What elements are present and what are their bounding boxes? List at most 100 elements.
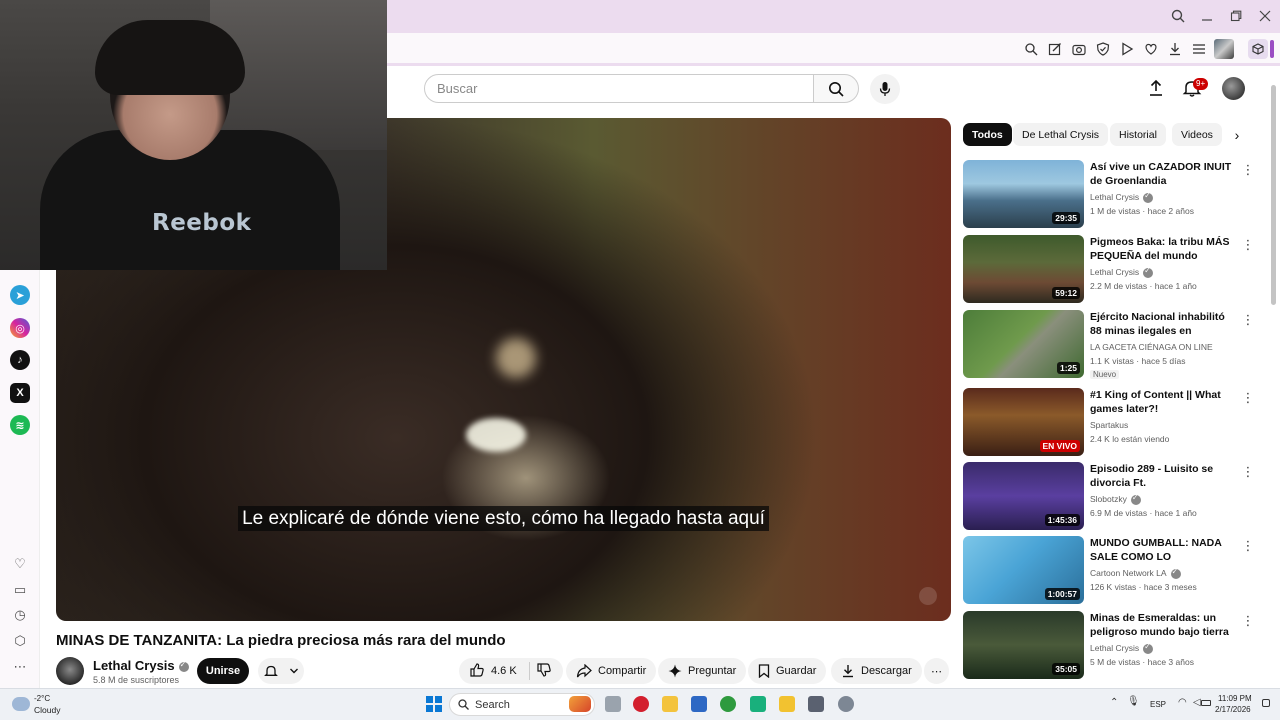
download-button[interactable]: Descargar <box>831 658 922 684</box>
shield-icon[interactable] <box>1095 41 1111 57</box>
rec-title[interactable]: Ejército Nacional inhabilitó 88 minas il… <box>1090 310 1235 338</box>
xbox-icon[interactable] <box>720 696 736 712</box>
play-icon[interactable] <box>1119 41 1135 57</box>
cloud-icon[interactable] <box>12 697 30 711</box>
spotify-icon[interactable]: ≋ <box>10 415 30 435</box>
lens-icon[interactable] <box>1023 41 1039 57</box>
menu-lines-icon[interactable] <box>1191 41 1207 57</box>
rec-title[interactable]: MUNDO GUMBALL: NADA SALE COMO LO ESPERAB… <box>1090 536 1235 564</box>
like-icon[interactable] <box>469 662 485 681</box>
app-icon[interactable] <box>808 696 824 712</box>
task-view-icon[interactable] <box>605 696 621 712</box>
edit-icon[interactable] <box>1047 41 1063 57</box>
kebab-menu-icon[interactable]: ⋮ <box>1241 613 1255 629</box>
video-thumbnail[interactable]: EN VIVO <box>963 388 1084 456</box>
chevron-up-icon[interactable]: ⌃ <box>1110 697 1118 708</box>
kebab-menu-icon[interactable]: ⋮ <box>1241 162 1255 178</box>
search-input[interactable]: Buscar <box>424 74 814 103</box>
video-thumbnail[interactable]: 35:05 <box>963 611 1084 679</box>
recommendation-item[interactable]: 1:25 Ejército Nacional inhabilitó 88 min… <box>963 310 1263 380</box>
recommendation-item[interactable]: EN VIVO #1 King of Content || What games… <box>963 388 1263 458</box>
chip-history[interactable]: Historial <box>1110 123 1166 146</box>
chip-channel[interactable]: De Lethal Crysis <box>1013 123 1109 146</box>
save-button[interactable]: Guardar <box>748 658 827 684</box>
video-thumbnail[interactable]: 59:12 <box>963 235 1084 303</box>
chevron-right-icon[interactable]: › <box>1228 126 1246 144</box>
video-thumbnail[interactable]: 1:00:57 <box>963 536 1084 604</box>
dislike-icon[interactable] <box>536 662 552 681</box>
cube-icon[interactable] <box>1248 39 1268 59</box>
weather-temperature[interactable]: -2°C <box>34 694 50 703</box>
clock-icon[interactable]: ◷ <box>11 606 29 624</box>
restore-icon[interactable] <box>1225 6 1247 26</box>
search-icon[interactable] <box>1167 6 1189 26</box>
minimize-icon[interactable] <box>1196 6 1218 26</box>
instagram-icon[interactable]: ◎ <box>10 318 30 338</box>
video-thumbnail[interactable]: 1:25 <box>963 310 1084 378</box>
rec-title[interactable]: Minas de Esmeraldas: un peligroso mundo … <box>1090 611 1235 639</box>
close-icon[interactable] <box>1254 6 1276 26</box>
video-thumbnail[interactable]: 29:35 <box>963 160 1084 228</box>
camera-icon[interactable] <box>1071 41 1087 57</box>
whatsapp-icon[interactable] <box>750 696 766 712</box>
telegram-icon[interactable]: ➤ <box>10 285 30 305</box>
rec-title[interactable]: Pigmeos Baka: la tribu MÁS PEQUEÑA del m… <box>1090 235 1235 263</box>
sidebar-toggle-icon[interactable] <box>1270 40 1274 58</box>
join-button[interactable]: Unirse <box>197 658 249 684</box>
download-icon[interactable] <box>1167 41 1183 57</box>
windows-start-icon[interactable] <box>426 696 442 712</box>
like-count[interactable]: 4.6 K <box>491 665 517 677</box>
page-scrollbar[interactable] <box>1271 85 1276 305</box>
video-thumbnail[interactable]: 1:45:36 <box>963 462 1084 530</box>
chip-videos[interactable]: Videos <box>1172 123 1222 146</box>
volume-icon[interactable]: ◁ <box>1193 697 1201 708</box>
battery-icon[interactable] <box>1201 700 1211 706</box>
heart-icon[interactable] <box>1143 41 1159 57</box>
share-button[interactable]: Compartir <box>566 658 657 684</box>
heart-outline-icon[interactable]: ♡ <box>11 555 29 573</box>
rec-title[interactable]: Así vive un CAZADOR INUIT de Groenlandia <box>1090 160 1235 188</box>
recommendation-item[interactable]: 1:45:36 Episodio 289 - Luisito se divorc… <box>963 462 1263 532</box>
more-icon[interactable]: ⋯ <box>11 658 29 676</box>
x-icon[interactable]: X <box>10 383 30 403</box>
settings-gear-icon[interactable] <box>838 696 854 712</box>
recommendation-item[interactable]: 1:00:57 MUNDO GUMBALL: NADA SALE COMO LO… <box>963 536 1263 606</box>
search-highlight-icon[interactable] <box>569 696 591 712</box>
rockstar-icon[interactable] <box>779 696 795 712</box>
wifi-icon[interactable]: ◠ <box>1178 697 1187 708</box>
file-explorer-icon[interactable] <box>662 696 678 712</box>
subscription-bell-button[interactable] <box>258 658 304 684</box>
account-avatar[interactable] <box>1222 77 1245 100</box>
kebab-menu-icon[interactable]: ⋮ <box>1241 538 1255 554</box>
rec-title[interactable]: #1 King of Content || What games later?! <box>1090 388 1235 416</box>
clock-time[interactable]: 11:09 PM <box>1218 694 1252 703</box>
channel-avatar[interactable] <box>56 657 84 685</box>
recommendation-item[interactable]: 59:12 Pigmeos Baka: la tribu MÁS PEQUEÑA… <box>963 235 1263 305</box>
recommendation-item[interactable]: 35:05 Minas de Esmeraldas: un peligroso … <box>963 611 1263 681</box>
voice-search-button[interactable] <box>870 74 900 104</box>
mic-tray-icon[interactable]: 🎙 <box>1127 696 1140 707</box>
rec-title[interactable]: Episodio 289 - Luisito se divorcia Ft. @… <box>1090 462 1235 490</box>
cube-outline-icon[interactable]: ⬡ <box>11 632 29 650</box>
tiktok-icon[interactable]: ♪ <box>10 350 30 370</box>
kebab-menu-icon[interactable]: ⋮ <box>1241 390 1255 406</box>
upload-icon[interactable] <box>1146 78 1166 98</box>
kebab-menu-icon[interactable]: ⋮ <box>1241 237 1255 253</box>
notification-center-icon[interactable] <box>1262 699 1270 707</box>
store-icon[interactable] <box>691 696 707 712</box>
more-actions-button[interactable]: ⋯ <box>924 658 949 684</box>
kebab-menu-icon[interactable]: ⋮ <box>1241 464 1255 480</box>
recommendation-item[interactable]: 29:35 Así vive un CAZADOR INUIT de Groen… <box>963 160 1263 230</box>
language-indicator[interactable]: ESP <box>1150 700 1166 709</box>
clock-date[interactable]: 2/17/2026 <box>1215 705 1251 714</box>
channel-name[interactable]: Lethal Crysis <box>93 658 189 673</box>
video-corner-icon[interactable] <box>919 587 937 605</box>
search-button[interactable] <box>813 74 859 103</box>
ask-button[interactable]: Preguntar <box>658 658 747 684</box>
opera-icon[interactable] <box>633 696 649 712</box>
weather-description[interactable]: Cloudy <box>34 705 60 715</box>
profile-avatar[interactable] <box>1214 39 1234 59</box>
chip-todos[interactable]: Todos <box>963 123 1012 146</box>
kebab-menu-icon[interactable]: ⋮ <box>1241 312 1255 328</box>
history-panel-icon[interactable]: ▭ <box>11 581 29 599</box>
